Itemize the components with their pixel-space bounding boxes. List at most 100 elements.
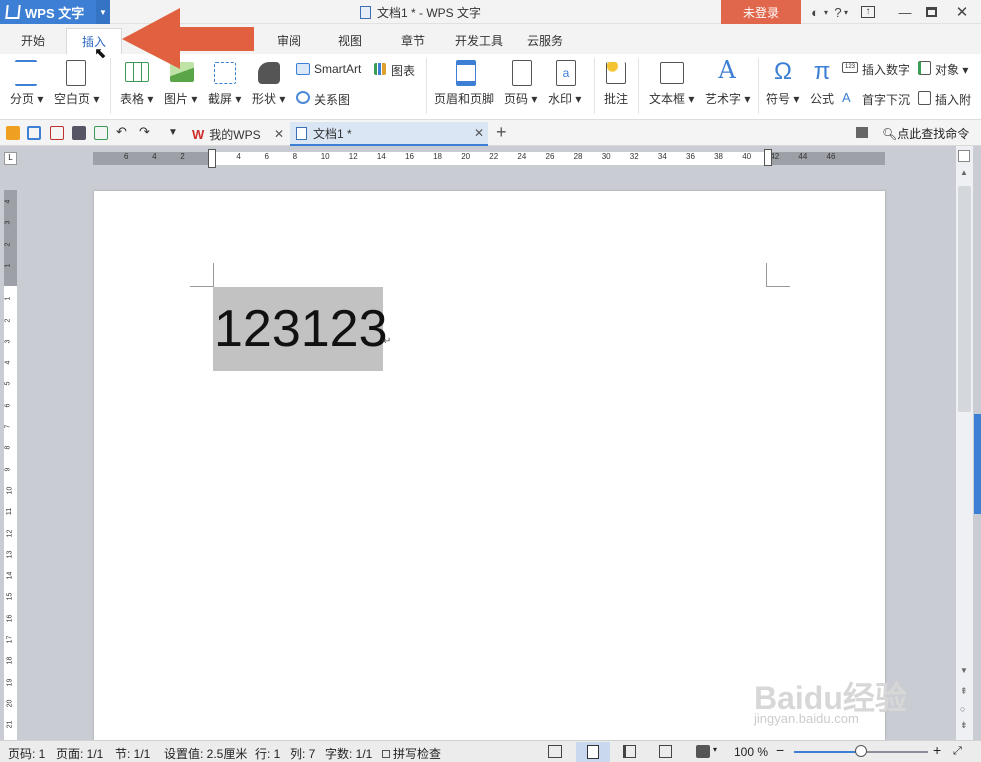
outline-view-icon[interactable]	[623, 745, 636, 758]
select-browse-icon[interactable]: ○	[960, 704, 965, 714]
print-icon[interactable]	[72, 126, 86, 140]
export-pdf-icon[interactable]	[50, 126, 64, 140]
save-icon[interactable]	[27, 126, 41, 140]
insert-number-button[interactable]: 插入数字	[862, 61, 910, 78]
tab-cloud[interactable]: 云服务	[527, 32, 563, 49]
shape-label: 形状	[252, 92, 277, 106]
next-page-icon[interactable]: ⇟	[960, 720, 968, 731]
blank-page-button[interactable]: 空白页 ▾	[54, 90, 99, 107]
header-footer-button[interactable]: 页眉和页脚	[434, 90, 494, 107]
tab-home[interactable]: 开始	[21, 32, 45, 49]
textbox-button[interactable]: 文本框 ▾	[649, 90, 694, 107]
formula-button[interactable]: 公式	[810, 90, 834, 107]
zoom-slider-thumb[interactable]	[855, 745, 867, 757]
login-button[interactable]: 未登录	[721, 0, 801, 24]
object-button[interactable]: 对象 ▾	[935, 61, 968, 78]
protect-eye-icon[interactable]	[696, 745, 710, 758]
page-view-button[interactable]	[576, 742, 610, 762]
chart-icon	[374, 63, 386, 75]
tab-chapter[interactable]: 章节	[401, 32, 425, 49]
minimize-icon[interactable]: —	[896, 3, 914, 21]
zoom-slider[interactable]	[794, 745, 928, 757]
ruler-tick-label: 7	[4, 424, 12, 429]
zoom-out-icon[interactable]: −	[776, 742, 784, 758]
search-icon: 🔍︎	[882, 127, 898, 141]
close-tab-icon[interactable]: ✕	[274, 127, 284, 141]
status-section[interactable]: 节: 1/1	[115, 745, 150, 762]
page-break-button[interactable]: 分页 ▾	[10, 90, 43, 107]
maximize-icon[interactable]	[922, 3, 940, 21]
close-icon[interactable]: ✕	[953, 3, 971, 21]
scroll-thumb[interactable]	[958, 186, 971, 412]
customize-dropdown-icon[interactable]: ▼	[168, 126, 182, 140]
chart-button[interactable]: 图表	[391, 62, 415, 79]
ruler-tick-label: 10	[6, 486, 14, 495]
side-panel-toggle[interactable]	[974, 414, 981, 514]
picture-button[interactable]: 图片 ▾	[164, 90, 197, 107]
new-tab-icon[interactable]: +	[496, 122, 507, 143]
app-menu-dropdown-icon[interactable]: ▼	[96, 0, 110, 24]
page-number-button[interactable]: 页码 ▾	[504, 90, 537, 107]
redo-icon[interactable]: ↷	[139, 125, 153, 140]
prev-page-icon[interactable]: ⇞	[960, 686, 968, 697]
fit-window-icon[interactable]: ⤢	[953, 745, 962, 758]
indent-marker[interactable]	[208, 149, 216, 168]
help-dropdown-icon[interactable]: ▾	[842, 3, 850, 21]
ruler-tick-label: 8	[4, 445, 12, 450]
scroll-down-icon[interactable]: ▼	[960, 666, 968, 675]
ruler-tick-label: 1	[4, 263, 12, 268]
status-word-count[interactable]: 字数: 1/1	[325, 745, 372, 762]
wordart-button[interactable]: 艺术字 ▾	[705, 90, 750, 107]
tab-stop-selector[interactable]: L	[4, 152, 17, 165]
tab-document1[interactable]: 文档1 * ✕	[290, 122, 488, 146]
undo-icon[interactable]: ↶	[116, 125, 130, 140]
ruler-tick-label: 8	[292, 152, 298, 161]
close-tab-icon[interactable]: ✕	[474, 126, 484, 140]
symbol-button[interactable]: 符号 ▾	[766, 90, 799, 107]
tab-my-wps[interactable]: W 我的WPS ✕	[186, 122, 290, 146]
comment-button[interactable]: 批注	[604, 90, 628, 107]
horizontal-ruler[interactable]: 6422468101214161820222426283032343638404…	[93, 149, 885, 168]
relation-button[interactable]: 关系图	[314, 91, 350, 108]
zoom-level[interactable]: 100 %	[734, 745, 768, 759]
toolbar-toggle-icon[interactable]	[856, 127, 868, 138]
shape-button[interactable]: 形状 ▾	[252, 90, 285, 107]
search-command[interactable]: 🔍︎点此查找命令	[882, 125, 969, 142]
blank-page-icon	[66, 60, 86, 86]
split-icon[interactable]	[958, 150, 970, 162]
app-menu-button[interactable]: WPS 文字 ▼	[0, 0, 110, 24]
tab-view[interactable]: 视图	[338, 32, 362, 49]
scroll-up-icon[interactable]: ▲	[960, 168, 968, 177]
table-label: 表格	[120, 92, 145, 106]
object-label: 对象	[935, 63, 960, 77]
print-preview-icon[interactable]	[94, 126, 108, 140]
status-page-number[interactable]: 页码: 1	[8, 745, 45, 762]
insert-attachment-button[interactable]: 插入附	[935, 91, 971, 108]
drop-cap-button[interactable]: 首字下沉	[862, 91, 910, 108]
watermark-button[interactable]: 水印 ▾	[548, 90, 581, 107]
status-setting[interactable]: 设置值: 2.5厘米	[164, 745, 247, 762]
zoom-in-icon[interactable]: +	[933, 742, 941, 758]
view-dropdown-icon[interactable]: ▾	[713, 745, 717, 754]
document-icon	[360, 6, 371, 19]
ruler-tick-label: 36	[686, 152, 695, 161]
tab-developer[interactable]: 开发工具	[455, 32, 503, 49]
document-page[interactable]: 123123 ↵ Baidu经验 jingyan.baidu.com	[94, 191, 907, 751]
spell-check-toggle[interactable]: 拼写检查	[382, 745, 441, 762]
vertical-scrollbar[interactable]: ▲ ▼ ⇞ ○ ⇟	[956, 146, 981, 740]
document-text[interactable]: 123123	[214, 297, 388, 361]
ruler-tick-label: 1	[4, 296, 12, 301]
web-view-icon[interactable]	[659, 745, 672, 758]
table-button[interactable]: 表格 ▾	[120, 90, 153, 107]
status-pages[interactable]: 页面: 1/1	[56, 745, 103, 762]
ribbon-separator	[426, 58, 427, 114]
screenshot-button[interactable]: 截屏 ▾	[208, 90, 241, 107]
fullscreen-icon[interactable]	[548, 745, 562, 758]
right-indent-marker[interactable]	[764, 149, 772, 166]
smartart-button[interactable]: SmartArt	[314, 62, 361, 76]
open-icon[interactable]	[6, 126, 20, 140]
status-row: 行: 1	[255, 747, 281, 761]
vertical-ruler[interactable]: 4 3 2 1 1 2 3 4 5 6 7 8 9 10 11 12 13 14 15 16 17 18 19 20 21	[4, 190, 17, 740]
upload-icon[interactable]: ↑	[859, 3, 877, 21]
tab-review[interactable]: 审阅	[277, 32, 301, 49]
